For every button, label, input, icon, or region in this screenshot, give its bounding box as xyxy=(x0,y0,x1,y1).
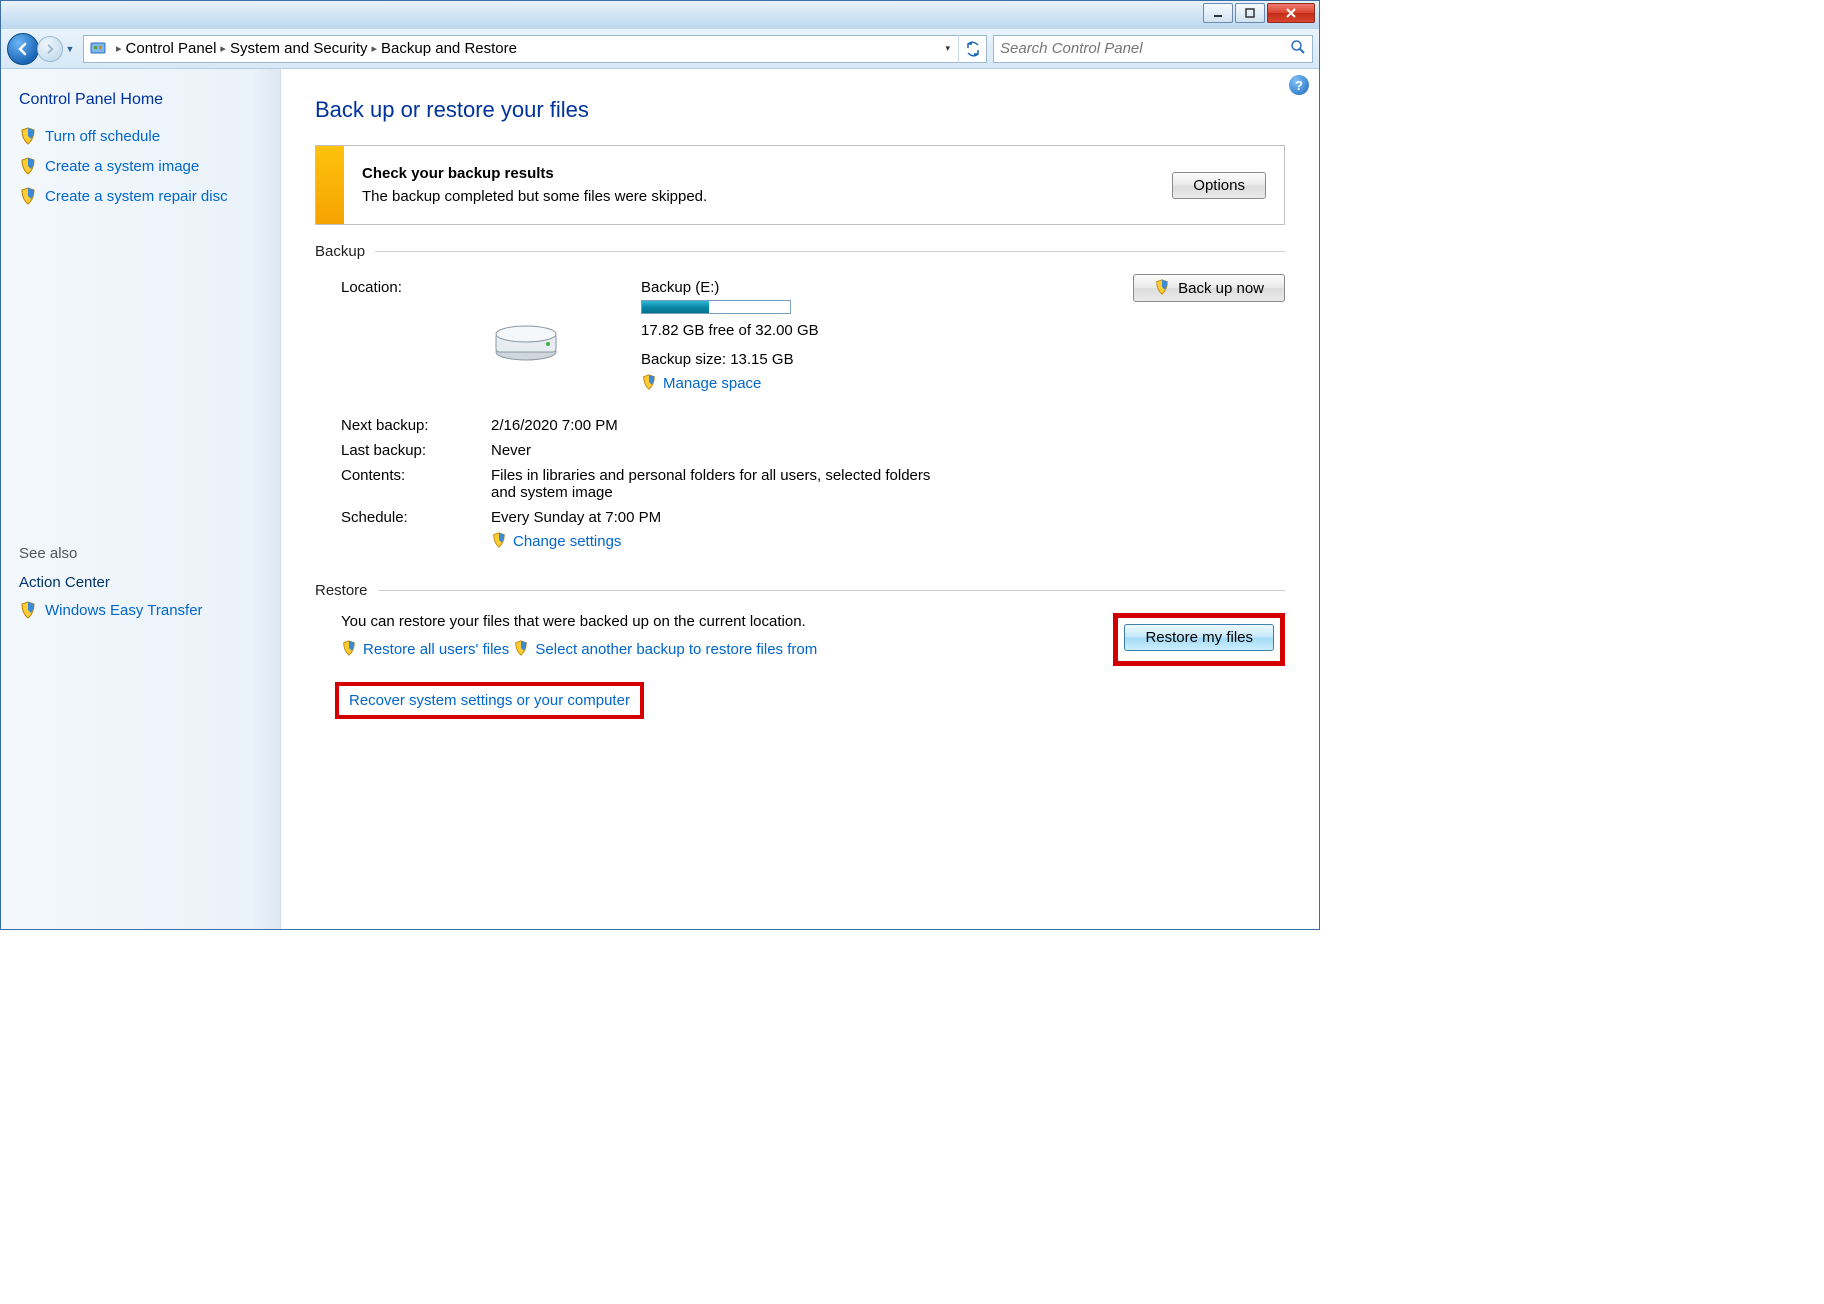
shield-icon xyxy=(1154,279,1172,297)
space-progress xyxy=(641,300,791,314)
see-also-item-label: Action Center xyxy=(19,574,110,591)
select-another-backup-link[interactable]: Select another backup to restore files f… xyxy=(535,641,817,658)
manage-space-link[interactable]: Manage space xyxy=(663,375,761,392)
back-button[interactable] xyxy=(7,33,39,65)
chevron-right-icon: ▸ xyxy=(368,42,382,55)
drive-icon xyxy=(491,274,641,368)
breadcrumb-level2[interactable]: Backup and Restore xyxy=(381,40,517,57)
change-settings-link[interactable]: Change settings xyxy=(513,533,621,550)
search-box[interactable] xyxy=(993,35,1313,63)
chevron-right-icon: ▸ xyxy=(216,42,230,55)
backup-section-label: Backup xyxy=(315,243,365,260)
search-icon[interactable] xyxy=(1290,39,1306,59)
forward-button[interactable] xyxy=(37,36,63,62)
page-title: Back up or restore your files xyxy=(315,97,1285,123)
backup-section-header: Backup xyxy=(315,243,1285,260)
titlebar xyxy=(1,1,1319,29)
shield-icon xyxy=(19,157,37,175)
back-up-now-label: Back up now xyxy=(1178,280,1264,297)
maximize-button[interactable] xyxy=(1235,3,1265,23)
nav-buttons: ▼ xyxy=(7,33,77,65)
address-dropdown[interactable]: ▾ xyxy=(937,43,958,54)
close-button[interactable] xyxy=(1267,3,1315,23)
breadcrumb-root[interactable]: Control Panel xyxy=(126,40,217,57)
sidebar-item-turn-off-schedule[interactable]: Turn off schedule xyxy=(19,127,262,145)
sidebar-item-create-repair-disc[interactable]: Create a system repair disc xyxy=(19,187,262,205)
see-also-item-label: Windows Easy Transfer xyxy=(45,602,203,619)
alert-box: Check your backup results The backup com… xyxy=(315,145,1285,225)
backup-size-text: Backup size: 13.15 GB xyxy=(641,351,1095,368)
schedule-label: Schedule: xyxy=(341,509,491,552)
see-also-label: See also xyxy=(19,545,262,562)
sidebar-item-create-system-image[interactable]: Create a system image xyxy=(19,157,262,175)
location-value: Backup (E:) xyxy=(641,279,1095,296)
main-content: Back up or restore your files Check your… xyxy=(281,69,1319,929)
nav-history-dropdown[interactable]: ▼ xyxy=(63,34,77,64)
refresh-button[interactable] xyxy=(958,35,986,63)
alert-stripe xyxy=(316,146,344,224)
sidebar: Control Panel Home Turn off schedule Cre… xyxy=(1,69,281,929)
schedule-value: Every Sunday at 7:00 PM xyxy=(491,509,955,526)
see-also-easy-transfer[interactable]: Windows Easy Transfer xyxy=(19,601,262,619)
sidebar-home-link[interactable]: Control Panel Home xyxy=(19,91,262,109)
restore-my-files-button[interactable]: Restore my files xyxy=(1124,624,1274,651)
alert-body-text: The backup completed but some files were… xyxy=(362,188,707,205)
contents-label: Contents: xyxy=(341,467,491,501)
alert-heading: Check your backup results xyxy=(362,165,1172,182)
restore-button-highlight: Restore my files xyxy=(1113,613,1285,666)
options-button[interactable]: Options xyxy=(1172,172,1266,199)
control-panel-icon xyxy=(88,38,110,60)
minimize-button[interactable] xyxy=(1203,3,1233,23)
shield-icon xyxy=(513,640,531,658)
back-up-now-button[interactable]: Back up now xyxy=(1133,274,1285,302)
recover-system-highlight: Recover system settings or your computer xyxy=(335,682,644,719)
shield-icon xyxy=(641,374,659,392)
shield-icon xyxy=(19,187,37,205)
location-label: Location: xyxy=(341,274,491,301)
chevron-right-icon: ▸ xyxy=(112,42,126,55)
restore-description: You can restore your files that were bac… xyxy=(341,613,1093,630)
shield-icon xyxy=(491,532,509,550)
sidebar-item-label: Create a system repair disc xyxy=(45,188,228,205)
restore-section-label: Restore xyxy=(315,582,368,599)
restore-all-users-link[interactable]: Restore all users' files xyxy=(363,641,509,658)
breadcrumb-level1[interactable]: System and Security xyxy=(230,40,368,57)
shield-icon xyxy=(341,640,359,658)
last-backup-value: Never xyxy=(491,442,955,459)
next-backup-label: Next backup: xyxy=(341,417,491,434)
restore-section-header: Restore xyxy=(315,582,1285,599)
free-space-text: 17.82 GB free of 32.00 GB xyxy=(641,322,1095,339)
contents-value: Files in libraries and personal folders … xyxy=(491,467,955,501)
toolbar: ▼ ▸ Control Panel ▸ System and Security … xyxy=(1,29,1319,69)
shield-icon xyxy=(19,127,37,145)
shield-icon xyxy=(19,601,37,619)
address-bar[interactable]: ▸ Control Panel ▸ System and Security ▸ … xyxy=(83,35,987,63)
recover-system-link[interactable]: Recover system settings or your computer xyxy=(349,692,630,709)
see-also-action-center[interactable]: Action Center xyxy=(19,574,262,591)
search-input[interactable] xyxy=(1000,40,1290,57)
last-backup-label: Last backup: xyxy=(341,442,491,459)
sidebar-item-label: Create a system image xyxy=(45,158,199,175)
sidebar-item-label: Turn off schedule xyxy=(45,128,160,145)
next-backup-value: 2/16/2020 7:00 PM xyxy=(491,417,955,434)
